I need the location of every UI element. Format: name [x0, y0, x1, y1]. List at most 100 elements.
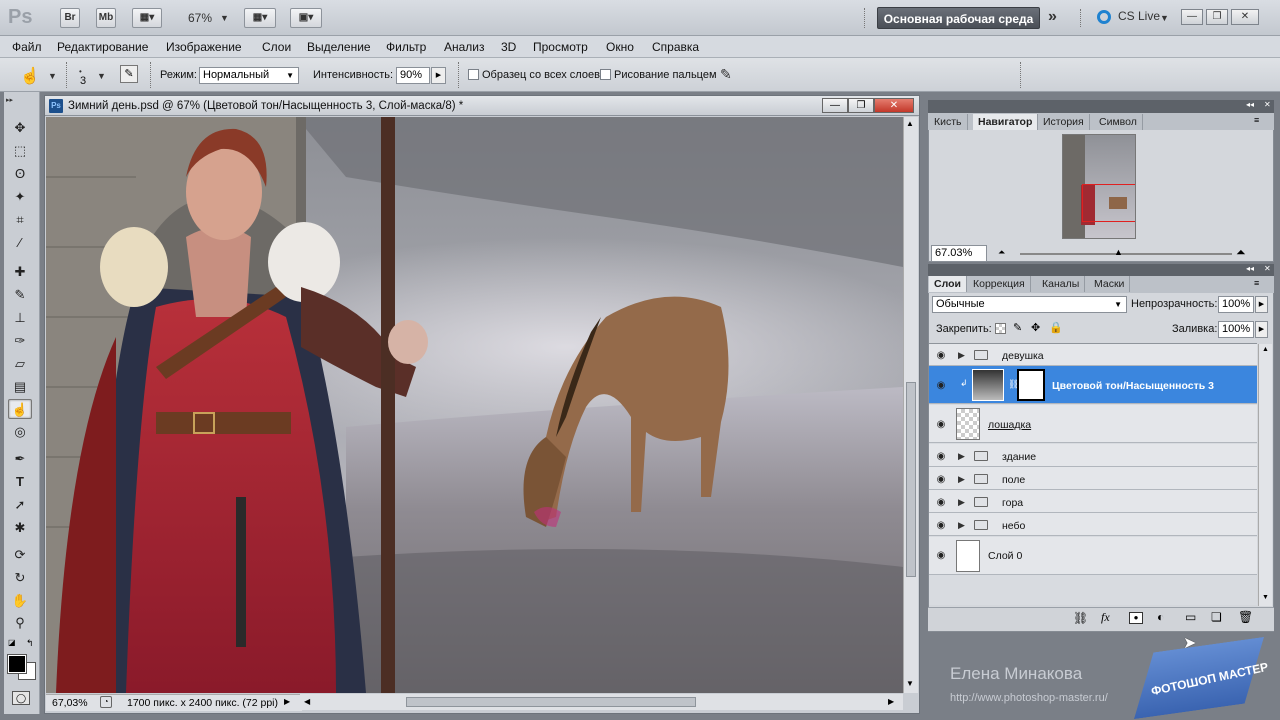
- horizontal-scroll-thumb[interactable]: [406, 697, 696, 707]
- menu-image[interactable]: Изображение: [166, 40, 242, 54]
- scroll-down-icon[interactable]: ▼: [1262, 594, 1269, 601]
- scroll-up-icon[interactable]: ▲: [906, 119, 914, 128]
- navigator-zoom-slider[interactable]: [1020, 253, 1232, 255]
- menu-analysis[interactable]: Анализ: [444, 40, 485, 54]
- fill-slider-button[interactable]: ▶: [1255, 321, 1268, 338]
- link-layers-icon[interactable]: ⛓: [1073, 611, 1088, 625]
- menu-file[interactable]: Файл: [12, 40, 42, 54]
- 3d-rotate-tool-icon[interactable]: ⟳: [8, 545, 32, 565]
- lasso-tool-icon[interactable]: ʘ: [8, 164, 32, 184]
- lock-transparent-icon[interactable]: [995, 323, 1006, 334]
- panel-menu-icon[interactable]: ≡: [1254, 115, 1259, 125]
- brush-size[interactable]: 3: [80, 75, 86, 87]
- mode-select[interactable]: Нормальный ▼: [199, 67, 299, 84]
- visibility-eye-icon[interactable]: ◉: [934, 550, 948, 561]
- menu-edit[interactable]: Редактирование: [57, 40, 148, 54]
- doc-minimize-icon[interactable]: —: [822, 98, 848, 113]
- vertical-scroll-thumb[interactable]: [906, 382, 916, 577]
- new-layer-icon[interactable]: ❏: [1211, 610, 1222, 624]
- eraser-tool-icon[interactable]: ▱: [8, 354, 32, 374]
- history-brush-tool-icon[interactable]: ✑: [8, 331, 32, 351]
- arrange-documents-button[interactable]: ▦▾: [244, 8, 276, 28]
- visibility-eye-icon[interactable]: ◉: [934, 474, 948, 485]
- minimize-icon[interactable]: —: [1181, 9, 1203, 25]
- default-colors-icon[interactable]: ◪: [8, 638, 16, 647]
- blend-mode-select[interactable]: Обычные ▼: [932, 296, 1127, 313]
- finger-painting-checkbox[interactable]: [600, 69, 611, 80]
- lock-all-icon[interactable]: 🔒: [1049, 321, 1063, 334]
- expand-arrow-icon[interactable]: ▶: [958, 474, 965, 485]
- path-selection-tool-icon[interactable]: ➚: [8, 495, 32, 515]
- layer-thumbnail[interactable]: [956, 408, 980, 440]
- opacity-slider-button[interactable]: ▶: [1255, 296, 1268, 313]
- adjustment-thumbnail[interactable]: [972, 369, 1004, 401]
- lock-pixels-icon[interactable]: ✎: [1013, 321, 1022, 334]
- tab-character[interactable]: Символ: [1094, 114, 1143, 130]
- menu-select[interactable]: Выделение: [307, 40, 371, 54]
- panel-menu-icon[interactable]: ≡: [1254, 278, 1259, 288]
- horizontal-scrollbar[interactable]: ◀ ▶: [300, 694, 903, 710]
- scroll-right-icon[interactable]: ▶: [888, 697, 894, 706]
- mini-bridge-button[interactable]: Mb: [96, 8, 116, 28]
- view-extras-button[interactable]: ▦▾: [132, 8, 162, 28]
- preset-dropdown-icon[interactable]: ▼: [48, 71, 57, 81]
- tab-adjustments[interactable]: Коррекция: [968, 276, 1031, 292]
- navigator-zoom-input[interactable]: 67.03%: [931, 245, 987, 262]
- scroll-up-icon[interactable]: ▲: [1262, 346, 1269, 353]
- hand-tool-icon[interactable]: ✋: [8, 591, 32, 611]
- swap-colors-icon[interactable]: ↰: [26, 638, 34, 649]
- status-zoom[interactable]: 67,03%: [52, 697, 88, 709]
- zoom-level[interactable]: 67%: [188, 11, 212, 25]
- bridge-button[interactable]: Br: [60, 8, 80, 28]
- tab-layers[interactable]: Слои: [929, 276, 967, 292]
- menu-filter[interactable]: Фильтр: [386, 40, 426, 54]
- eyedropper-tool-icon[interactable]: ⁄: [8, 233, 32, 253]
- tab-channels[interactable]: Каналы: [1037, 276, 1086, 292]
- expand-arrow-icon[interactable]: ▶: [958, 497, 965, 508]
- zoom-out-icon[interactable]: ⏶: [998, 247, 1005, 258]
- tab-navigator[interactable]: Навигатор: [973, 114, 1039, 130]
- scroll-left-icon[interactable]: ◀: [304, 697, 310, 706]
- dodge-tool-icon[interactable]: ◎: [8, 422, 32, 442]
- image-canvas[interactable]: [46, 117, 903, 693]
- layer-thumbnail[interactable]: [956, 540, 980, 572]
- strength-slider-button[interactable]: ▶: [431, 67, 446, 84]
- fill-input[interactable]: 100%: [1218, 321, 1254, 338]
- zoom-in-icon[interactable]: ⏶: [1236, 245, 1246, 260]
- brush-panel-toggle-icon[interactable]: ✎: [120, 65, 138, 83]
- collapse-panel-icon[interactable]: ◂◂: [1246, 264, 1254, 273]
- lock-position-icon[interactable]: ✥: [1031, 321, 1040, 334]
- sample-all-layers-checkbox[interactable]: [468, 69, 479, 80]
- menu-view[interactable]: Просмотр: [533, 40, 588, 54]
- brush-tool-icon[interactable]: ✎: [8, 285, 32, 305]
- clone-stamp-tool-icon[interactable]: ⊥: [8, 308, 32, 328]
- strength-input[interactable]: 90%: [396, 67, 430, 84]
- menu-3d[interactable]: 3D: [501, 40, 516, 54]
- tab-history[interactable]: История: [1038, 114, 1090, 130]
- scroll-down-icon[interactable]: ▼: [906, 679, 914, 688]
- foreground-color-swatch[interactable]: [7, 654, 27, 674]
- gradient-tool-icon[interactable]: ▤: [8, 377, 32, 397]
- visibility-eye-icon[interactable]: ◉: [934, 350, 948, 361]
- healing-brush-tool-icon[interactable]: ✚: [8, 262, 32, 282]
- workspace-switcher-button[interactable]: Основная рабочая среда: [877, 7, 1040, 29]
- cs-live-dropdown-icon[interactable]: ▼: [1160, 13, 1169, 23]
- status-info-icon[interactable]: ◔: [100, 696, 112, 708]
- new-adjustment-layer-icon[interactable]: ◐: [1157, 610, 1164, 624]
- doc-restore-icon[interactable]: ❐: [848, 98, 874, 113]
- tab-brush[interactable]: Кисть: [929, 114, 968, 130]
- menu-help[interactable]: Справка: [652, 40, 699, 54]
- zoom-slider-handle[interactable]: ▲: [1114, 247, 1123, 257]
- visibility-eye-icon[interactable]: ◉: [934, 451, 948, 462]
- marquee-tool-icon[interactable]: ⬚: [8, 141, 32, 161]
- smudge-tool-icon[interactable]: ☝: [8, 399, 32, 419]
- menu-layer[interactable]: Слои: [262, 40, 291, 54]
- visibility-eye-icon[interactable]: ◉: [934, 497, 948, 508]
- layers-scrollbar[interactable]: ▲ ▼: [1258, 344, 1272, 606]
- visibility-eye-icon[interactable]: ◉: [934, 520, 948, 531]
- type-tool-icon[interactable]: T: [8, 472, 32, 492]
- layer-style-icon[interactable]: fx: [1101, 610, 1110, 625]
- shape-tool-icon[interactable]: ✱: [8, 518, 32, 538]
- toolbox-collapse-icon[interactable]: ▸▸: [6, 96, 13, 104]
- expand-arrow-icon[interactable]: ▶: [958, 451, 965, 462]
